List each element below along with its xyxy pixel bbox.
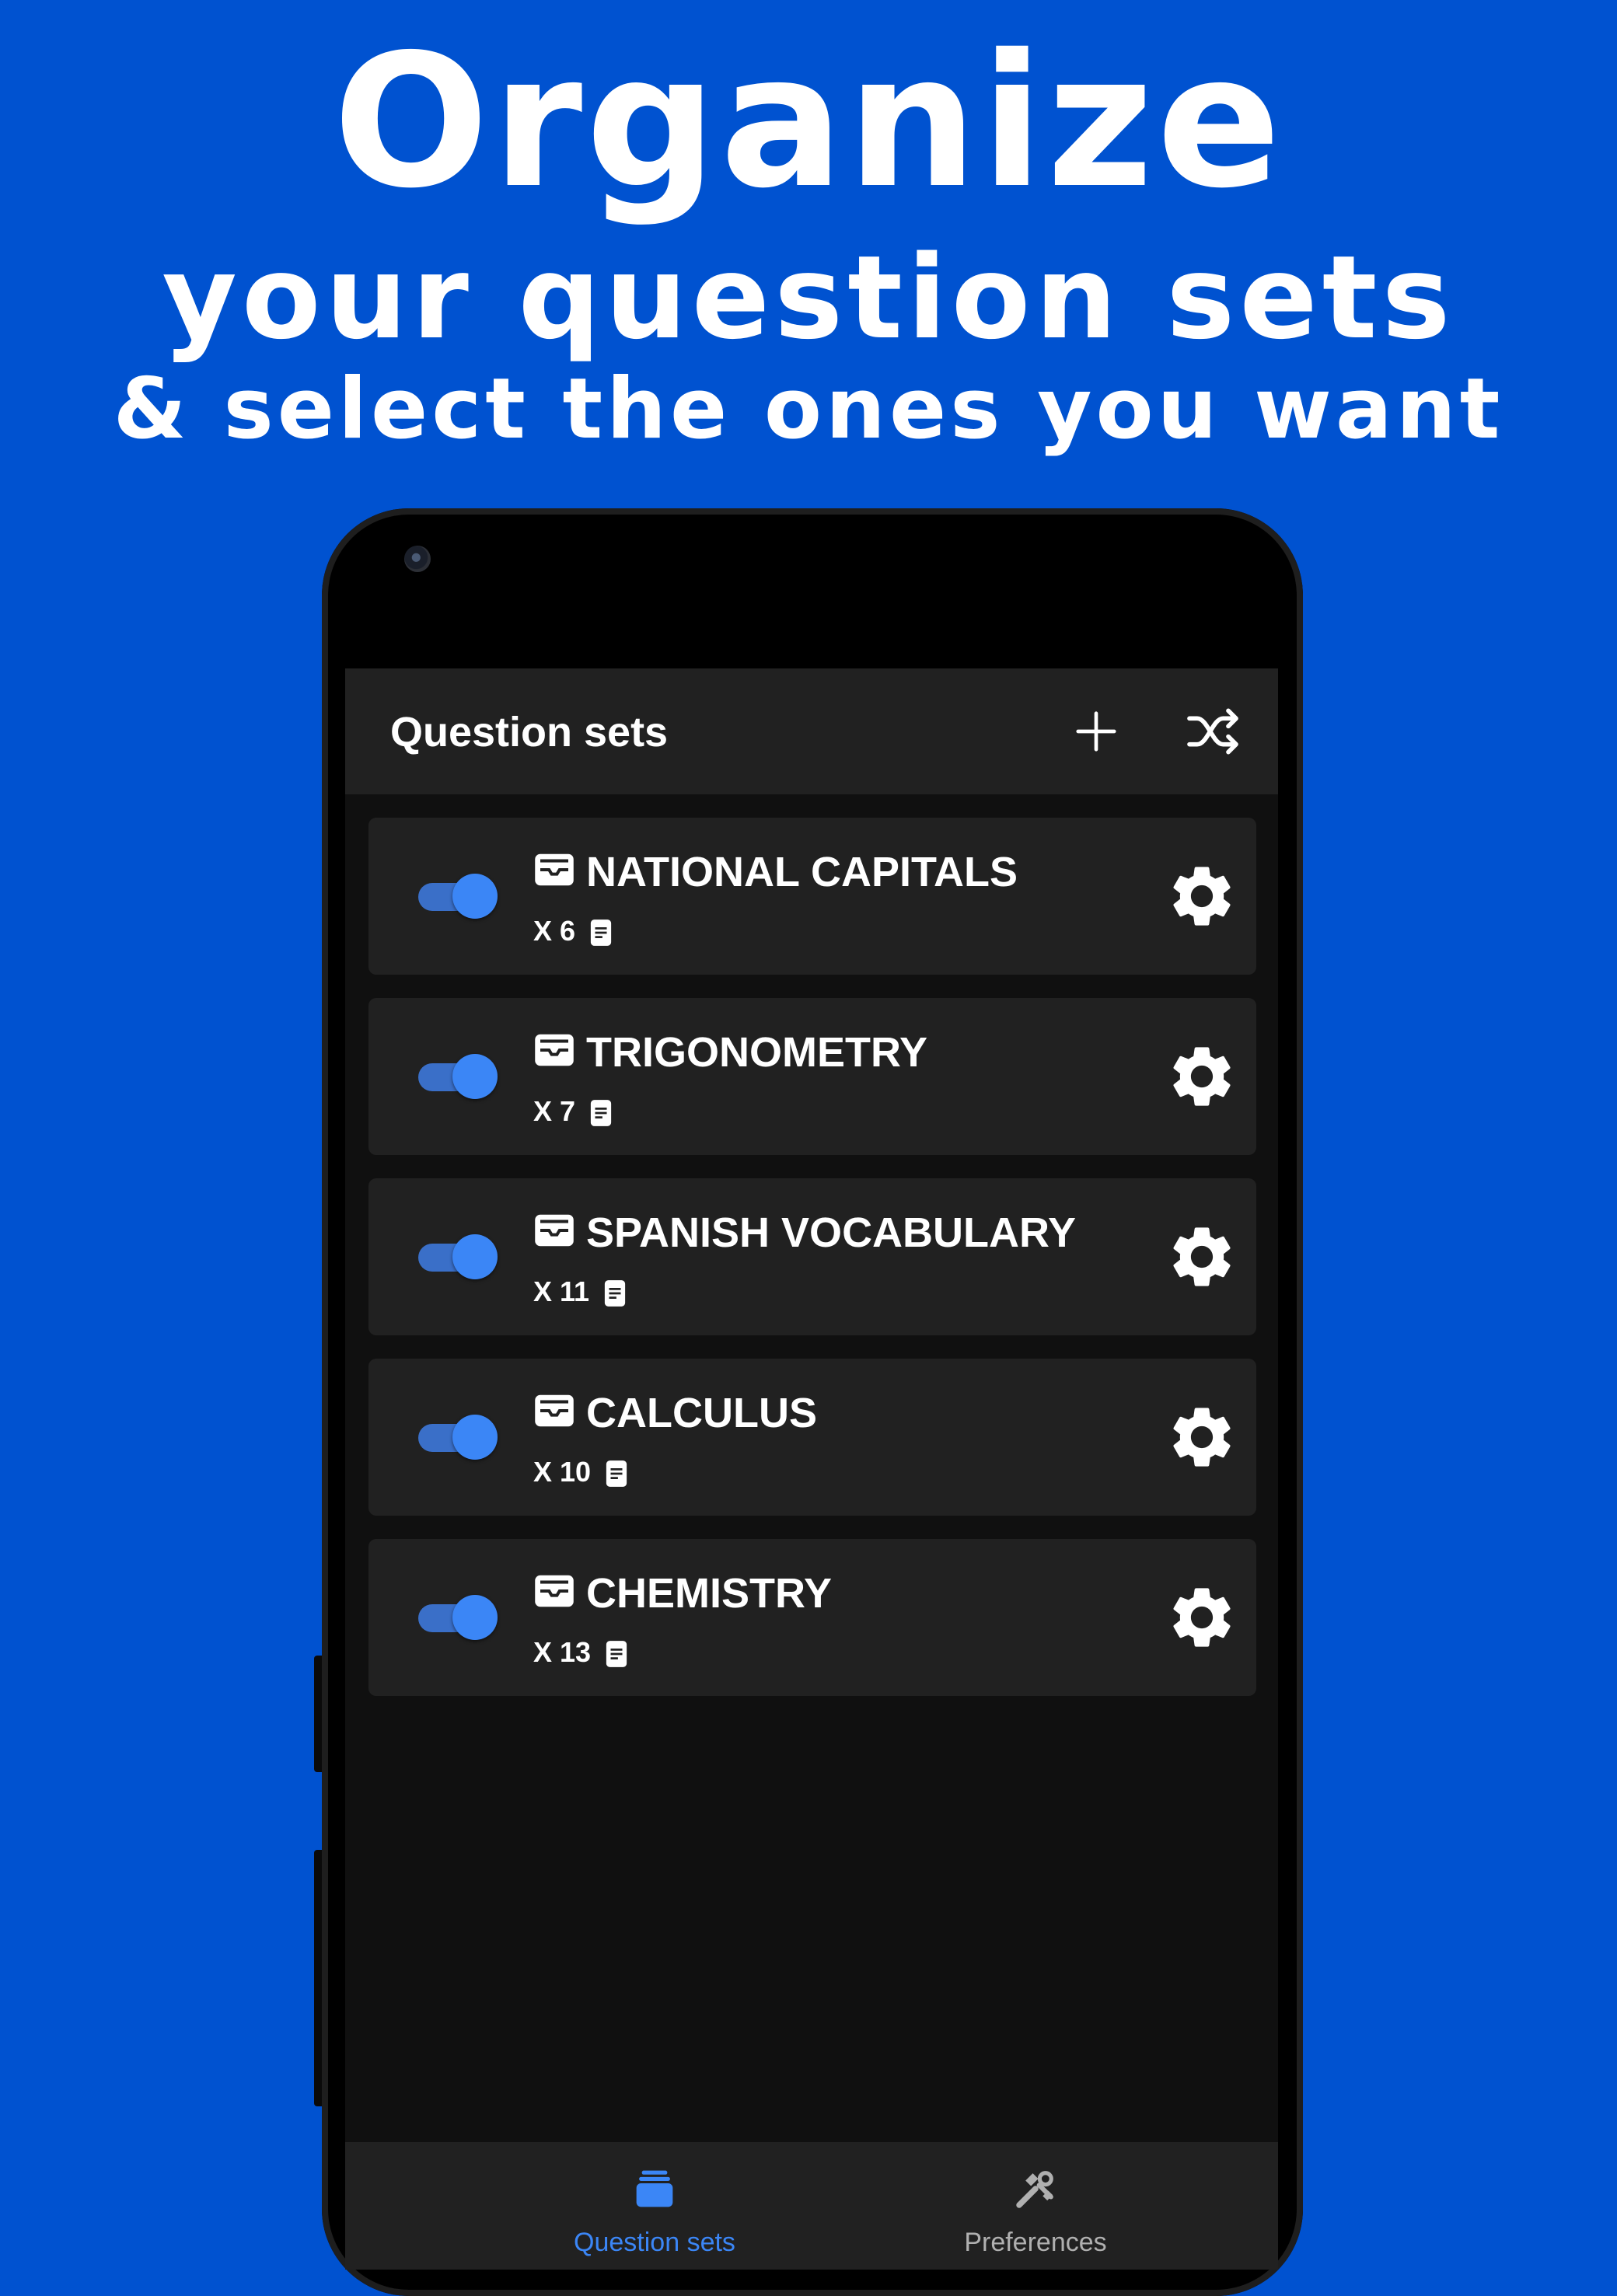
nav-tab-question-sets[interactable]: Question sets <box>499 2142 810 2270</box>
camera-icon <box>404 546 431 572</box>
settings-gear-icon[interactable] <box>1165 1040 1238 1113</box>
question-set-card[interactable]: SPANISH VOCABULARY X 11 <box>368 1178 1256 1335</box>
question-count: X 11 <box>533 1275 627 1309</box>
document-icon <box>590 919 612 947</box>
question-count-value: X 13 <box>533 1636 592 1668</box>
promo-headline: Organize <box>333 15 1284 229</box>
document-icon <box>604 1280 626 1307</box>
app-title: Question sets <box>390 709 669 755</box>
question-set-name: NATIONAL CAPITALS <box>586 849 1018 895</box>
nav-label-question-sets: Question sets <box>574 2228 735 2257</box>
enable-toggle[interactable] <box>415 874 501 919</box>
inbox-icon <box>535 1575 574 1607</box>
shuffle-icon <box>1187 708 1238 755</box>
tools-icon <box>1016 2171 1053 2208</box>
question-count: X 7 <box>533 1094 613 1129</box>
enable-toggle[interactable] <box>415 1415 501 1460</box>
question-set-name: CALCULUS <box>586 1390 817 1436</box>
question-count-value: X 7 <box>533 1095 576 1127</box>
inbox-icon <box>535 1034 574 1066</box>
shuffle-button[interactable] <box>1177 696 1249 767</box>
question-set-name: SPANISH VOCABULARY <box>586 1209 1077 1256</box>
question-set-card[interactable]: CALCULUS X 10 <box>368 1359 1256 1516</box>
settings-gear-icon[interactable] <box>1165 1581 1238 1654</box>
question-set-card[interactable]: NATIONAL CAPITALS X 6 <box>368 818 1256 975</box>
nav-label-preferences: Preferences <box>964 2228 1107 2257</box>
promo-subheadline: your question sets <box>162 231 1455 365</box>
enable-toggle[interactable] <box>415 1595 501 1640</box>
question-count-value: X 6 <box>533 915 576 947</box>
inbox-icon <box>535 1394 574 1427</box>
document-icon <box>590 1100 612 1127</box>
question-set-name: CHEMISTRY <box>586 1570 833 1617</box>
question-set-card[interactable]: CHEMISTRY X 13 <box>368 1539 1256 1696</box>
document-icon <box>606 1460 627 1488</box>
question-count: X 10 <box>533 1455 628 1489</box>
phone-frame: Question sets NATIONAL CAPITALS X 6 TRIG… <box>322 508 1303 2296</box>
question-count: X 13 <box>533 1635 628 1670</box>
stacked-cards-icon <box>636 2170 673 2207</box>
settings-gear-icon[interactable] <box>1165 860 1238 933</box>
add-question-set-button[interactable] <box>1060 696 1132 767</box>
app-screen: Question sets NATIONAL CAPITALS X 6 TRIG… <box>345 668 1278 2270</box>
app-bar: Question sets <box>345 668 1278 794</box>
enable-toggle[interactable] <box>415 1234 501 1279</box>
document-icon <box>606 1641 627 1668</box>
question-count: X 6 <box>533 914 613 948</box>
settings-gear-icon[interactable] <box>1165 1401 1238 1474</box>
question-set-name: TRIGONOMETRY <box>586 1029 927 1076</box>
bottom-navigation: Question sets Preferences <box>345 2142 1278 2270</box>
question-count-value: X 10 <box>533 1456 592 1488</box>
plus-icon <box>1076 711 1116 752</box>
inbox-icon <box>535 853 574 886</box>
enable-toggle[interactable] <box>415 1054 501 1099</box>
question-count-value: X 11 <box>533 1275 590 1307</box>
settings-gear-icon[interactable] <box>1165 1220 1238 1293</box>
question-set-card[interactable]: TRIGONOMETRY X 7 <box>368 998 1256 1155</box>
nav-tab-preferences[interactable]: Preferences <box>880 2142 1191 2270</box>
inbox-icon <box>535 1214 574 1247</box>
promo-tagline: & select the ones you want <box>113 361 1504 458</box>
